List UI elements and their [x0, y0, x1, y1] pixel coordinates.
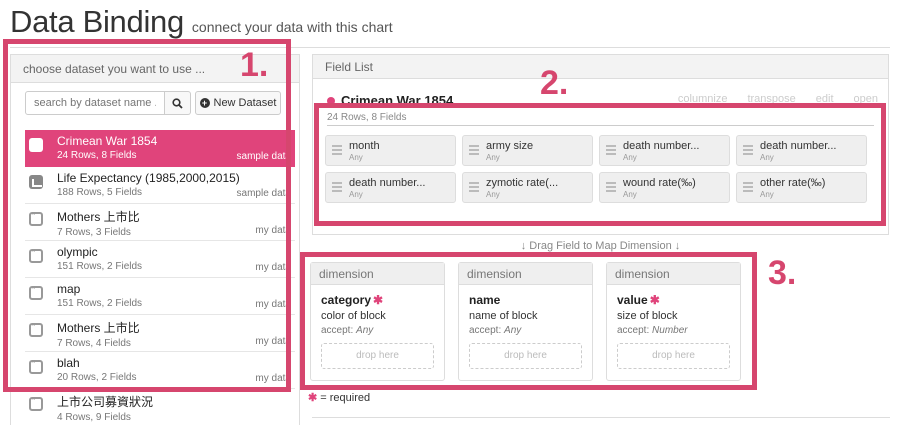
annotation-box-1	[3, 39, 291, 392]
annotation-number-1: 1.	[240, 46, 269, 84]
drag-hint: ↓ Drag Field to Map Dimension ↓	[312, 240, 889, 252]
required-asterisk-icon: ✱	[308, 392, 318, 404]
annotation-number-3: 3.	[768, 254, 797, 292]
bottom-divider	[312, 417, 890, 418]
field-list-heading: Field List	[313, 55, 888, 79]
page-title: Data Binding	[10, 4, 184, 39]
annotation-box-2	[314, 103, 886, 226]
required-note: ✱ = required	[308, 391, 370, 404]
page-subtitle: connect your data with this chart	[191, 19, 393, 35]
page-header: Data Binding connect your data with this…	[10, 4, 393, 44]
drag-hint-text: Drag Field to Map Dimension	[529, 240, 672, 252]
arrow-down-icon: ↓	[520, 240, 527, 252]
dataset-item-listed-companies[interactable]: 上市公司募資狀況 4 Rows, 9 Fields	[25, 389, 295, 425]
annotation-number-2: 2.	[540, 64, 569, 102]
required-note-text: = required	[320, 392, 371, 404]
dataset-rows: 4 Rows, 9 Fields	[57, 412, 131, 423]
arrow-down-icon: ↓	[674, 240, 681, 252]
dataset-name: 上市公司募資狀況	[57, 395, 154, 409]
annotation-box-3	[300, 252, 757, 390]
quote-icon	[29, 396, 43, 411]
